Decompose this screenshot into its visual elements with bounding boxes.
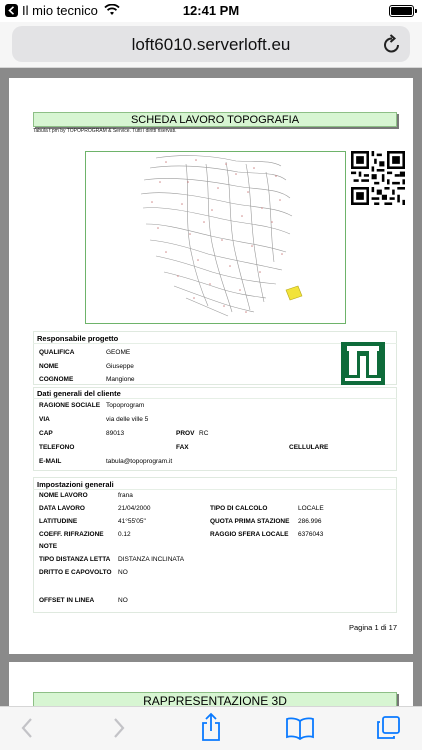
field-value: RC xyxy=(199,430,209,437)
url-text: loft6010.serverloft.eu xyxy=(131,35,291,54)
field-label: RAGGIO SFERA LOCALE xyxy=(210,531,289,538)
browser-address-bar: loft6010.serverloft.eu xyxy=(0,22,422,68)
field-label: QUOTA PRIMA STAZIONE xyxy=(210,518,290,525)
field-label: PROV xyxy=(176,430,195,437)
field-value: 286.996 xyxy=(298,518,322,525)
cliente-section xyxy=(33,387,397,471)
qr-code-icon xyxy=(351,151,405,205)
field-value: via delle ville 5 xyxy=(106,416,149,423)
field-value: 89013 xyxy=(106,430,125,437)
field-label: COGNOME xyxy=(39,376,74,383)
field-value: NO xyxy=(118,597,128,604)
tabs-icon[interactable] xyxy=(374,714,402,742)
field-label: QUALIFICA xyxy=(39,349,75,356)
bookmarks-icon[interactable] xyxy=(285,716,315,740)
url-field[interactable]: loft6010.serverloft.eu xyxy=(12,26,410,62)
section-heading: Dati generali del cliente xyxy=(37,389,121,398)
field-label: LATITUDINE xyxy=(39,518,78,525)
forward-icon[interactable] xyxy=(108,715,128,741)
field-value: Giuseppe xyxy=(106,363,134,370)
section-heading: Responsabile progetto xyxy=(37,334,119,343)
field-label: CAP xyxy=(39,430,53,437)
field-label: TIPO DI CALCOLO xyxy=(210,505,268,512)
field-label: FAX xyxy=(176,444,189,451)
field-label: NOTE xyxy=(39,543,58,550)
back-icon[interactable] xyxy=(18,715,38,741)
field-value: 0.12 xyxy=(118,531,131,538)
field-value: Mangione xyxy=(106,376,135,383)
field-label: CELLULARE xyxy=(289,444,329,451)
field-value: Topoprogram xyxy=(106,402,145,409)
topographic-map xyxy=(85,151,346,324)
field-label: NOME LAVORO xyxy=(39,492,88,499)
battery-icon xyxy=(389,5,417,17)
page-indicator: Pagina 1 di 17 xyxy=(349,623,397,632)
company-logo xyxy=(341,342,385,385)
copyright-note: Tabula t pm by TOPOPROGRAM & Service. Tu… xyxy=(33,128,177,134)
field-label: DATA LAVORO xyxy=(39,505,85,512)
field-value: 41°55'05" xyxy=(118,518,146,525)
share-icon[interactable] xyxy=(199,712,223,742)
field-value: NO xyxy=(118,569,128,576)
field-label: E-MAIL xyxy=(39,458,62,465)
document-page: SCHEDA LAVORO TOPOGRAFIA Tabula t pm by … xyxy=(9,78,413,654)
field-label: TELEFONO xyxy=(39,444,75,451)
clock: 12:41 PM xyxy=(182,3,240,18)
reload-icon[interactable] xyxy=(382,33,402,55)
section-heading: Impostazioni generali xyxy=(37,480,114,489)
field-label: TIPO DISTANZA LETTA xyxy=(39,556,111,563)
field-label: COEFF. RIFRAZIONE xyxy=(39,531,104,538)
field-label: VIA xyxy=(39,416,50,423)
field-value: GEOME xyxy=(106,349,131,356)
field-label: NOME xyxy=(39,363,59,370)
field-label: DRITTO E CAPOVOLTO xyxy=(39,569,112,576)
field-label: RAGIONE SOCIALE xyxy=(39,402,101,409)
browser-toolbar xyxy=(0,706,422,750)
field-label: OFFSET IN LINEA xyxy=(39,597,95,604)
page-title: SCHEDA LAVORO TOPOGRAFIA xyxy=(33,112,397,127)
field-value: DISTANZA INCLINATA xyxy=(118,556,185,563)
field-value: 21/04/2000 xyxy=(118,505,151,512)
field-value: frana xyxy=(118,492,133,499)
field-value: 6376043 xyxy=(298,531,324,538)
field-value: LOCALE xyxy=(298,505,324,512)
field-value: tabula@topoprogram.it xyxy=(106,458,173,465)
status-bar: Il mio tecnico 12:41 PM xyxy=(0,0,422,22)
